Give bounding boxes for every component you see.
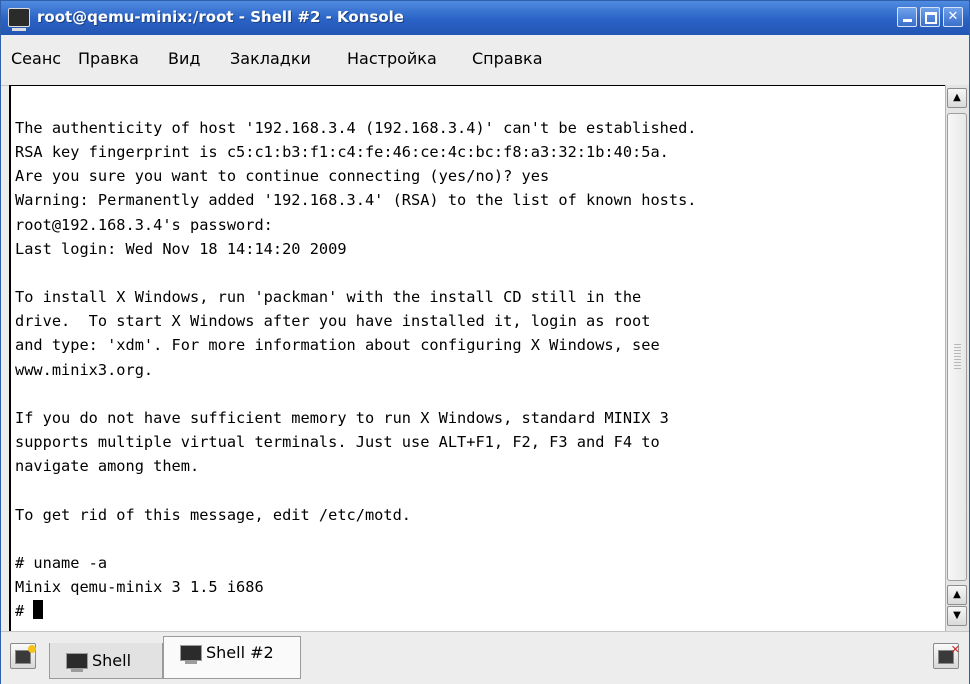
tab-label: Shell xyxy=(92,651,132,670)
terminal-line: www.minix3.org. xyxy=(15,360,154,379)
terminal-icon xyxy=(66,653,88,672)
close-button[interactable]: ✕ xyxy=(943,7,963,27)
terminal-line: drive. To start X Windows after you have… xyxy=(15,312,651,331)
text-cursor xyxy=(33,600,44,620)
terminal-display[interactable]: The authenticity of host '192.168.3.4 (1… xyxy=(9,85,945,631)
vertical-scrollbar[interactable]: ▲ ▲ ▼ xyxy=(945,85,969,631)
grip-icon xyxy=(954,344,961,370)
terminal-line: Are you sure you want to continue connec… xyxy=(15,167,550,186)
terminal-line: Warning: Permanently added '192.168.3.4'… xyxy=(15,191,697,210)
terminal-icon[interactable] xyxy=(8,8,30,31)
terminal-icon xyxy=(180,645,202,664)
scroll-thumb[interactable] xyxy=(947,113,967,581)
menu-edit[interactable]: Правка xyxy=(78,49,139,68)
terminal-line: RSA key fingerprint is c5:c1:b3:f1:c4:fe… xyxy=(15,143,669,162)
window-title: root@qemu-minix:/root - Shell #2 - Konso… xyxy=(37,8,404,26)
menu-bookmarks[interactable]: Закладки xyxy=(230,49,311,68)
new-session-icon xyxy=(15,645,36,664)
title-bar[interactable]: root@qemu-minix:/root - Shell #2 - Konso… xyxy=(1,1,969,35)
terminal-line: Last login: Wed Nov 18 14:14:20 2009 xyxy=(15,239,347,258)
konsole-window: root@qemu-minix:/root - Shell #2 - Konso… xyxy=(0,0,970,684)
arrow-down-icon[interactable]: ▼ xyxy=(947,606,967,626)
terminal-line: To get rid of this message, edit /etc/mo… xyxy=(15,505,412,524)
tab-bar: Shell Shell #2 xyxy=(1,631,969,684)
terminal-line: # uname -a xyxy=(15,553,108,572)
tab-shell-2[interactable]: Shell #2 xyxy=(163,636,301,679)
tab-shell[interactable]: Shell xyxy=(49,643,163,679)
maximize-button[interactable] xyxy=(920,7,940,27)
terminal-line: navigate among them. xyxy=(15,457,200,476)
terminal-output: The authenticity of host '192.168.3.4 (1… xyxy=(15,116,697,623)
tab-label: Shell #2 xyxy=(206,643,274,662)
minimize-button[interactable] xyxy=(897,7,917,27)
terminal-line: Minix qemu-minix 3 1.5 i686 xyxy=(15,577,264,596)
menu-bar: Сеанс Правка Вид Закладки Настройка Спра… xyxy=(1,35,969,86)
terminal-prompt: # xyxy=(15,602,34,621)
terminal-line: root@192.168.3.4's password: xyxy=(15,215,273,234)
close-session-button[interactable] xyxy=(933,643,960,669)
terminal-line: supports multiple virtual terminals. Jus… xyxy=(15,433,660,452)
terminal-line: If you do not have sufficient memory to … xyxy=(15,408,669,427)
terminal-line: and type: 'xdm'. For more information ab… xyxy=(15,336,660,355)
arrow-up-icon[interactable]: ▲ xyxy=(947,585,967,605)
new-session-button[interactable] xyxy=(10,643,36,669)
menu-settings[interactable]: Настройка xyxy=(347,49,437,68)
menu-help[interactable]: Справка xyxy=(472,49,543,68)
arrow-up-icon[interactable]: ▲ xyxy=(947,88,967,108)
terminal-line: To install X Windows, run 'packman' with… xyxy=(15,288,642,307)
menu-session[interactable]: Сеанс xyxy=(11,49,61,68)
close-session-icon xyxy=(938,643,960,664)
menu-view[interactable]: Вид xyxy=(168,49,200,68)
terminal-line: The authenticity of host '192.168.3.4 (1… xyxy=(15,119,697,137)
